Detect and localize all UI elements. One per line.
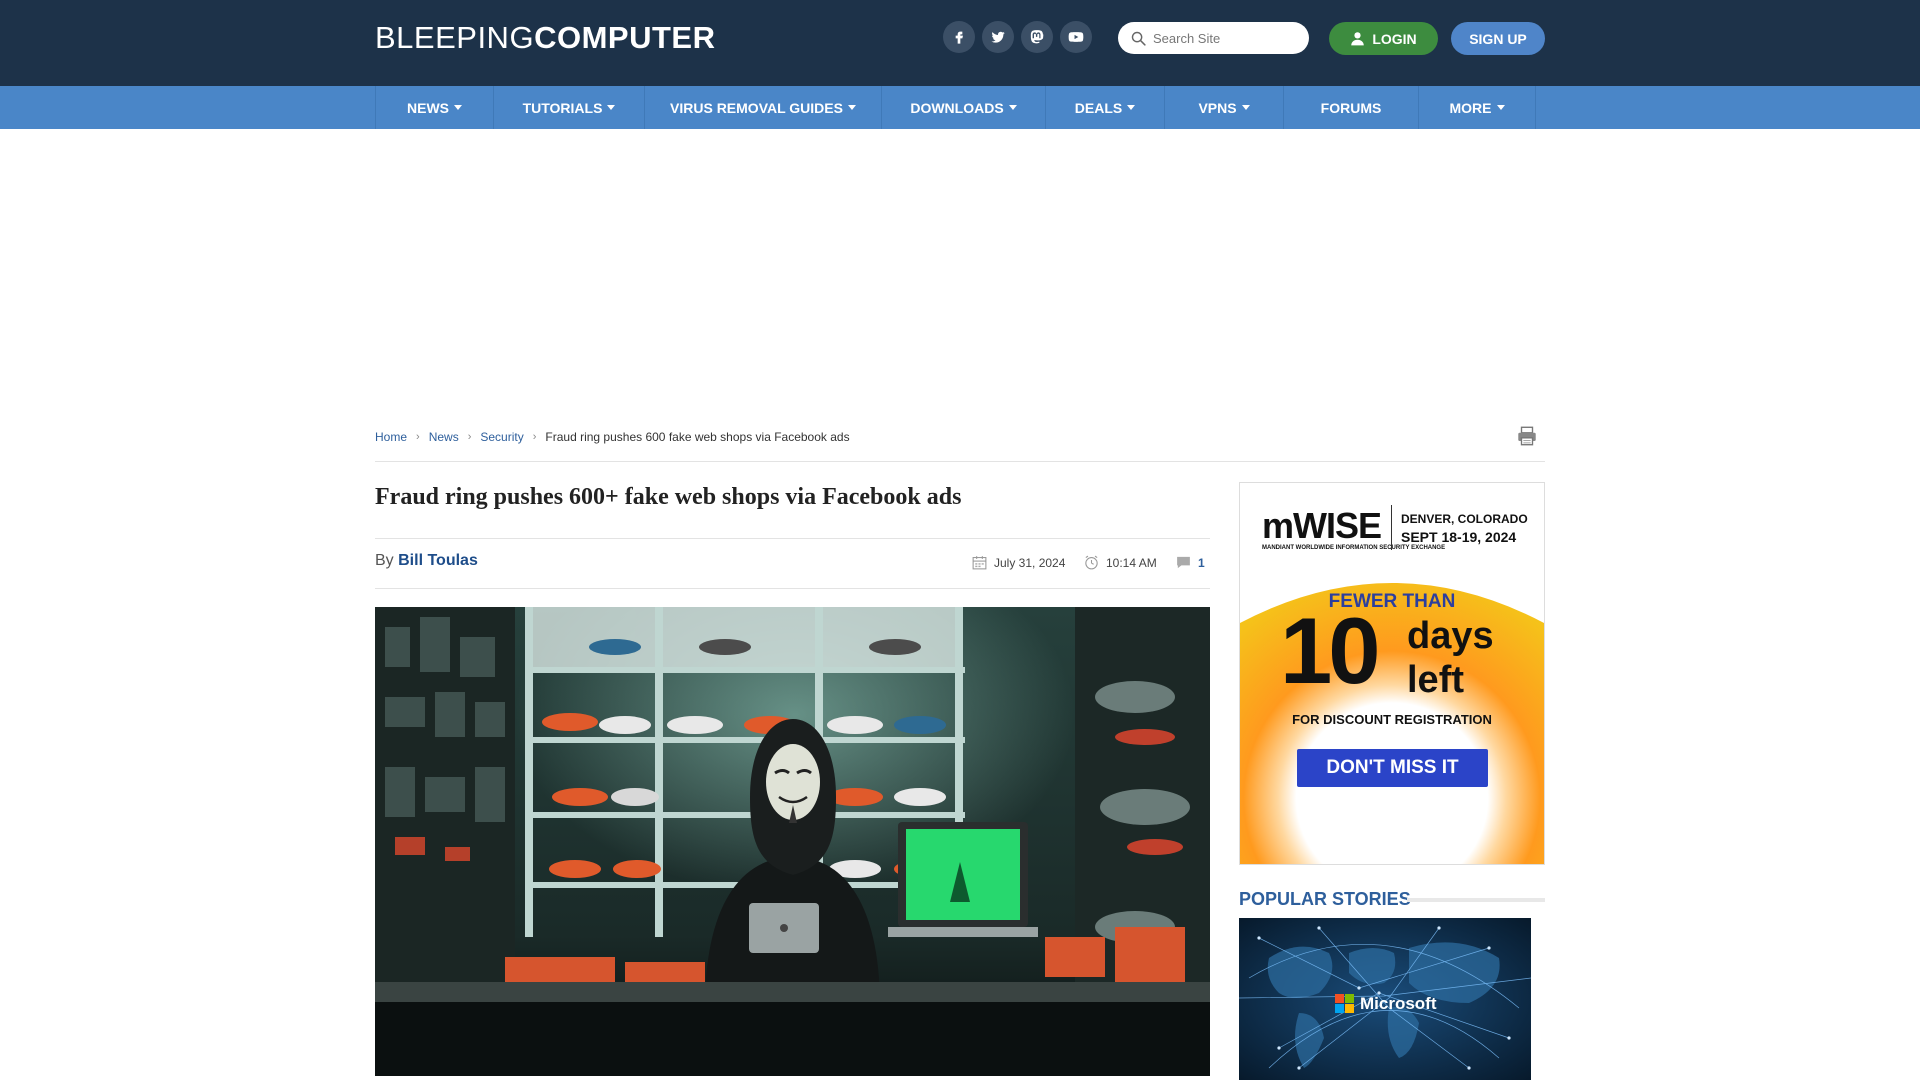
ad-number: 10 bbox=[1280, 598, 1381, 703]
popular-stories-heading: POPULAR STORIES bbox=[1239, 889, 1411, 909]
nav-item-tutorials[interactable]: TUTORIALS bbox=[494, 86, 645, 129]
caret-down-icon bbox=[847, 105, 856, 110]
user-icon bbox=[1351, 32, 1365, 46]
caret-down-icon bbox=[454, 105, 462, 110]
date-text: July 31, 2024 bbox=[994, 555, 1066, 570]
ad-brand: mWISE bbox=[1262, 505, 1382, 546]
caret-down-icon bbox=[1241, 105, 1250, 110]
nav-item-vpns[interactable]: VPNS bbox=[1165, 86, 1284, 129]
breadcrumb-news[interactable]: News bbox=[429, 430, 459, 444]
breadcrumb-security[interactable]: Security bbox=[480, 430, 523, 444]
nav-item-more[interactable]: MORE bbox=[1419, 86, 1536, 129]
byline-prefix: By bbox=[375, 552, 394, 569]
author-link[interactable]: Bill Toulas bbox=[398, 552, 478, 569]
popular-story-label: Microsoft bbox=[1360, 994, 1437, 1013]
ad-days: days bbox=[1407, 615, 1494, 657]
article-title: Fraud ring pushes 600+ fake web shops vi… bbox=[375, 484, 962, 510]
ad-for-text: FOR DISCOUNT REGISTRATION bbox=[1292, 712, 1492, 727]
ad-location: DENVER, COLORADO bbox=[1401, 512, 1528, 526]
caret-down-icon bbox=[1127, 105, 1136, 110]
logo-bold-text: COMPUTER bbox=[534, 20, 716, 55]
byline: By Bill Toulas bbox=[375, 552, 478, 570]
login-button[interactable]: LOGIN bbox=[1329, 22, 1438, 55]
nav-label: VIRUS REMOVAL GUIDES bbox=[670, 99, 843, 116]
article-hero-image bbox=[375, 607, 1210, 1076]
chevron-right-icon: › bbox=[532, 431, 537, 443]
sidebar-ad[interactable]: mWISE MANDIANT WORLDWIDE INFORMATION SEC… bbox=[1239, 482, 1545, 865]
caret-down-icon bbox=[1496, 105, 1505, 110]
youtube-icon[interactable] bbox=[1060, 21, 1092, 53]
signup-label: SIGN UP bbox=[1469, 30, 1527, 47]
nav-label: MORE bbox=[1449, 99, 1492, 116]
site-logo[interactable]: BLEEPING COMPUTER bbox=[375, 20, 716, 55]
calendar-icon bbox=[972, 556, 987, 570]
clock-icon bbox=[1085, 555, 1098, 570]
ad-cta-button[interactable]: DON'T MISS IT bbox=[1297, 749, 1488, 787]
site-header: BLEEPINGCOMPUTER LOGIN SIGN UP bbox=[0, 0, 1920, 86]
nav-label: DEALS bbox=[1074, 99, 1123, 116]
nav-label: FORUMS bbox=[1320, 99, 1382, 116]
ad-brand-sub: MANDIANT WORLDWIDE INFORMATION SECURITY … bbox=[1262, 545, 1446, 551]
breadcrumb-divider bbox=[375, 461, 1545, 462]
facebook-icon[interactable] bbox=[943, 21, 975, 53]
nav-label: DOWNLOADS bbox=[910, 99, 1004, 116]
article-date: July 31, 2024 bbox=[971, 554, 1065, 571]
main-nav: NEWS TUTORIALS VIRUS REMOVAL GUIDES DOWN… bbox=[0, 86, 1920, 129]
signup-button[interactable]: SIGN UP bbox=[1451, 22, 1545, 55]
chevron-right-icon: › bbox=[416, 431, 420, 443]
login-label: LOGIN bbox=[1372, 30, 1417, 47]
breadcrumb: Home › News › Security › Fraud ring push… bbox=[375, 430, 850, 444]
nav-items: NEWS TUTORIALS VIRUS REMOVAL GUIDES DOWN… bbox=[375, 86, 1536, 129]
nav-item-news[interactable]: NEWS bbox=[375, 86, 494, 129]
comment-icon bbox=[1177, 556, 1190, 569]
ad-days-left: days left bbox=[1407, 614, 1494, 702]
search-box[interactable] bbox=[1118, 22, 1309, 54]
nav-label: NEWS bbox=[407, 99, 449, 116]
breadcrumb-current: Fraud ring pushes 600 fake web shops via… bbox=[545, 430, 850, 444]
caret-down-icon bbox=[607, 105, 616, 110]
popular-story-image[interactable]: Microsoft bbox=[1239, 918, 1531, 1080]
logo-light-text: BLEEPING bbox=[375, 20, 535, 55]
chevron-right-icon: › bbox=[467, 431, 472, 443]
search-icon bbox=[1131, 31, 1146, 46]
meta-divider bbox=[375, 588, 1210, 589]
twitter-icon[interactable] bbox=[982, 21, 1014, 53]
ad-dates: SEPT 18-19, 2024 bbox=[1401, 529, 1517, 545]
article-time: 10:14 AM bbox=[1083, 554, 1157, 571]
ad-divider bbox=[1391, 505, 1392, 550]
nav-item-virus-removal-guides[interactable]: VIRUS REMOVAL GUIDES bbox=[645, 86, 882, 129]
comment-count: 1 bbox=[1198, 555, 1205, 570]
caret-down-icon bbox=[1008, 105, 1017, 110]
nav-item-forums[interactable]: FORUMS bbox=[1284, 86, 1419, 129]
print-icon[interactable] bbox=[1516, 425, 1538, 447]
mastodon-icon[interactable] bbox=[1021, 21, 1053, 53]
breadcrumb-home[interactable]: Home bbox=[375, 430, 407, 444]
time-text: 10:14 AM bbox=[1106, 555, 1157, 570]
nav-label: TUTORIALS bbox=[522, 99, 603, 116]
nav-item-downloads[interactable]: DOWNLOADS bbox=[882, 86, 1046, 129]
ad-left: left bbox=[1407, 659, 1464, 701]
popular-stories-rule bbox=[1407, 898, 1545, 902]
title-divider bbox=[375, 538, 1210, 539]
comments-link[interactable]: 1 bbox=[1175, 554, 1205, 571]
nav-item-deals[interactable]: DEALS bbox=[1046, 86, 1165, 129]
nav-label: VPNS bbox=[1198, 99, 1237, 116]
search-input[interactable] bbox=[1153, 30, 1303, 46]
